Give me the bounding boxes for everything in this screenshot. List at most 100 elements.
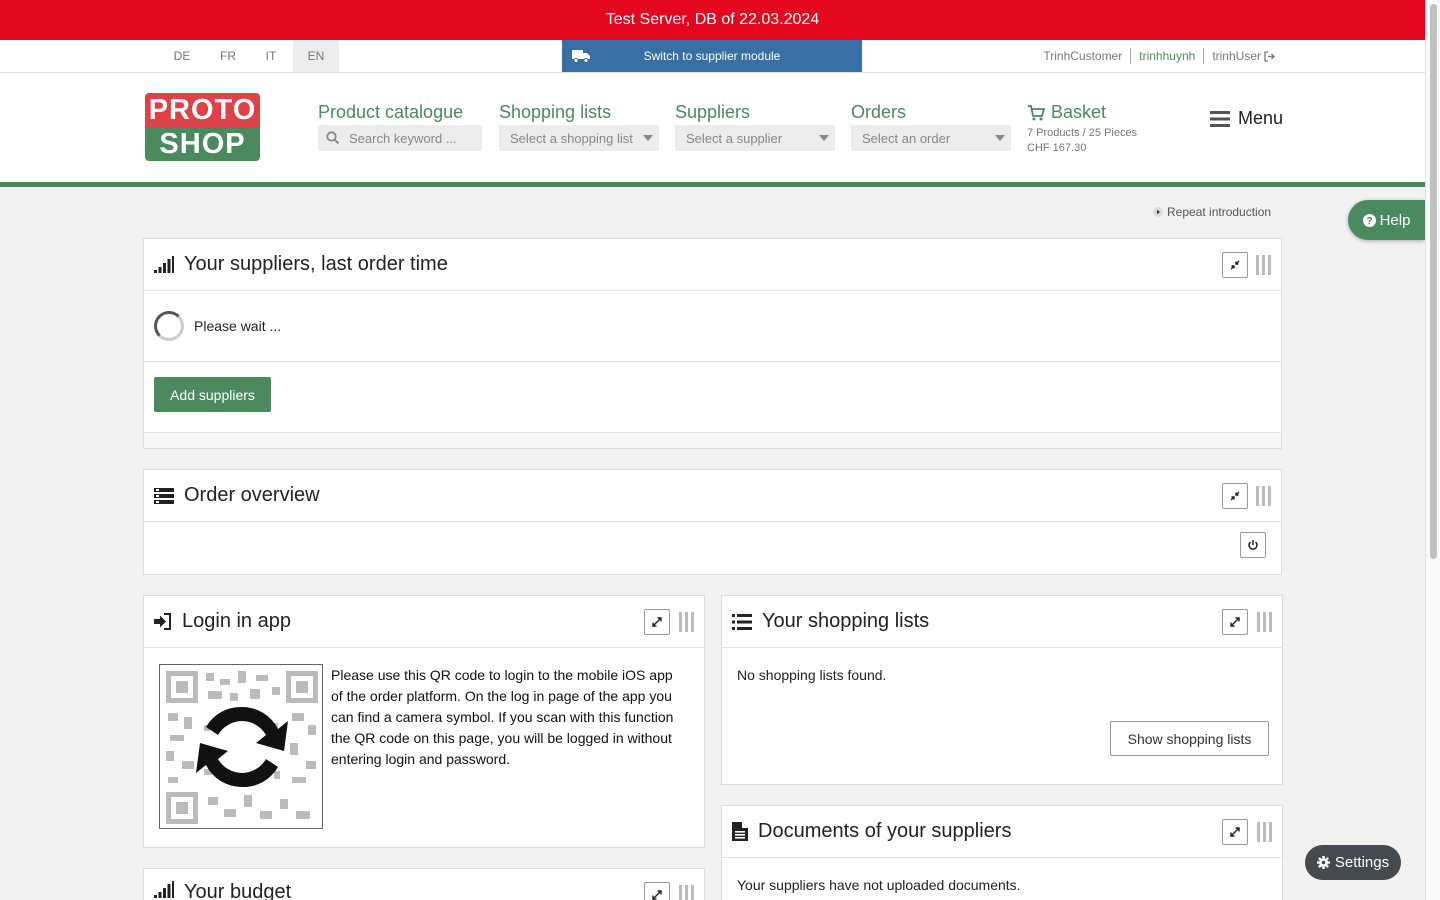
nav-product-catalogue[interactable]: Product catalogue bbox=[318, 102, 463, 123]
settings-button[interactable]: Settings bbox=[1305, 845, 1401, 880]
supplier-documents-panel: Documents of your suppliers Your supplie… bbox=[721, 805, 1283, 900]
qr-code-image bbox=[159, 664, 323, 829]
budget-panel: Your budget bbox=[143, 868, 705, 900]
search-placeholder: Search keyword ... bbox=[349, 130, 457, 146]
help-button[interactable]: ? Help bbox=[1348, 200, 1425, 240]
suppliers-last-order-panel: Your suppliers, last order time Please w… bbox=[143, 238, 1282, 449]
switch-supplier-module-button[interactable]: Switch to supplier module bbox=[562, 40, 862, 72]
compress-icon bbox=[1230, 260, 1240, 270]
menu-button[interactable]: Menu bbox=[1210, 108, 1283, 129]
panel-footer bbox=[144, 432, 1281, 448]
add-suppliers-button[interactable]: Add suppliers bbox=[154, 377, 271, 412]
gear-icon bbox=[1316, 856, 1330, 869]
panel-header: Your shopping lists bbox=[722, 596, 1282, 648]
panel-header: Login in app bbox=[144, 596, 704, 648]
show-shopping-lists-button[interactable]: Show shopping lists bbox=[1110, 721, 1269, 756]
login-instructions: Please use this QR code to login to the … bbox=[331, 667, 674, 767]
expand-icon bbox=[1230, 827, 1240, 837]
shopping-list-select[interactable]: Select a shopping list bbox=[499, 125, 659, 151]
user-logout-link[interactable]: trinhUser bbox=[1203, 48, 1283, 64]
panel-title: Your budget bbox=[184, 881, 292, 900]
top-bar: DE FR IT EN Switch to supplier module Tr… bbox=[0, 40, 1425, 73]
chevron-down-icon bbox=[643, 135, 653, 141]
lang-fr[interactable]: FR bbox=[205, 40, 251, 72]
drag-handle-icon[interactable] bbox=[1257, 822, 1273, 842]
panel-title: Order overview bbox=[184, 484, 320, 506]
expand-icon bbox=[1230, 617, 1240, 627]
drag-handle-icon[interactable] bbox=[1256, 486, 1272, 506]
drag-handle-icon[interactable] bbox=[679, 612, 695, 632]
loading-row: Please wait ... bbox=[144, 291, 1281, 362]
banner-text: Test Server, DB of 22.03.2024 bbox=[605, 11, 820, 28]
catalogue-search-input[interactable]: Search keyword ... bbox=[318, 125, 482, 151]
shopping-list-select-value: Select a shopping list bbox=[510, 130, 633, 146]
no-shopping-lists-text: No shopping lists found. bbox=[737, 667, 887, 683]
basket-link[interactable]: Basket bbox=[1027, 102, 1106, 123]
nav-orders[interactable]: Orders bbox=[851, 102, 906, 123]
expand-button[interactable] bbox=[644, 882, 670, 900]
user-label: trinhUser bbox=[1212, 49, 1261, 63]
loading-text: Please wait ... bbox=[194, 318, 282, 334]
panel-title: Documents of your suppliers bbox=[758, 820, 1012, 842]
collapse-button[interactable] bbox=[1222, 483, 1248, 509]
help-label: Help bbox=[1379, 211, 1411, 229]
test-server-banner: Test Server, DB of 22.03.2024 bbox=[0, 0, 1425, 40]
repeat-introduction-label: Repeat introduction bbox=[1167, 205, 1272, 219]
order-select-value: Select an order bbox=[862, 130, 951, 146]
header-divider bbox=[0, 182, 1425, 187]
list-icon bbox=[732, 613, 752, 630]
panel-header: Documents of your suppliers bbox=[722, 806, 1282, 858]
expand-button[interactable] bbox=[644, 609, 670, 635]
truck-icon bbox=[572, 50, 590, 63]
signal-bars-icon bbox=[154, 256, 174, 273]
sign-in-icon bbox=[154, 613, 171, 630]
lang-de[interactable]: DE bbox=[159, 40, 205, 72]
signal-bars-icon bbox=[154, 881, 174, 898]
basket-summary: 7 Products / 25 Pieces bbox=[1027, 127, 1138, 139]
customer-link[interactable]: TrinhCustomer bbox=[1035, 48, 1130, 64]
panel-header: Your suppliers, last order time bbox=[144, 239, 1281, 291]
qr-code-pattern bbox=[166, 671, 318, 824]
order-select[interactable]: Select an order bbox=[851, 125, 1011, 151]
logo-line-1: PROTO bbox=[145, 93, 260, 127]
cart-icon bbox=[1028, 104, 1045, 120]
panel-title: Your suppliers, last order time bbox=[184, 253, 448, 275]
proto-shop-logo[interactable]: PROTO SHOP bbox=[145, 93, 260, 161]
repeat-introduction-link[interactable]: Repeat introduction bbox=[1153, 205, 1271, 219]
drag-handle-icon[interactable] bbox=[1256, 255, 1272, 275]
panel-header: Your budget bbox=[144, 869, 704, 900]
spinner-icon bbox=[154, 311, 184, 341]
collapse-button[interactable] bbox=[1222, 252, 1248, 278]
logo-line-2: SHOP bbox=[145, 127, 260, 161]
drag-handle-icon[interactable] bbox=[679, 885, 695, 900]
lang-it[interactable]: IT bbox=[248, 40, 294, 72]
expand-button[interactable] bbox=[1222, 819, 1248, 845]
nav-shopping-lists[interactable]: Shopping lists bbox=[499, 102, 611, 123]
document-icon bbox=[732, 822, 748, 841]
scrollbar-thumb[interactable] bbox=[1430, 4, 1437, 559]
play-circle-icon bbox=[1153, 207, 1163, 217]
chevron-down-icon bbox=[819, 135, 829, 141]
nav-suppliers[interactable]: Suppliers bbox=[675, 102, 750, 123]
supplier-select[interactable]: Select a supplier bbox=[675, 125, 835, 151]
page-scrollbar[interactable] bbox=[1425, 0, 1440, 900]
chevron-down-icon bbox=[995, 135, 1005, 141]
basket-total: CHF 167.30 bbox=[1027, 142, 1087, 154]
order-overview-panel: Order overview bbox=[143, 469, 1282, 575]
switch-module-label: Switch to supplier module bbox=[643, 49, 781, 63]
panel-title: Your shopping lists bbox=[762, 610, 930, 632]
expand-icon bbox=[652, 890, 662, 900]
basket-title: Basket bbox=[1051, 102, 1107, 122]
expand-button[interactable] bbox=[1222, 609, 1248, 635]
hamburger-icon bbox=[1210, 110, 1230, 127]
panel-header: Order overview bbox=[144, 470, 1281, 522]
logout-icon bbox=[1264, 50, 1275, 62]
username-link[interactable]: trinhhuynh bbox=[1130, 48, 1203, 64]
lang-en[interactable]: EN bbox=[293, 40, 339, 72]
power-button[interactable] bbox=[1240, 532, 1266, 558]
supplier-select-value: Select a supplier bbox=[686, 130, 783, 146]
menu-label: Menu bbox=[1238, 108, 1284, 128]
settings-label: Settings bbox=[1334, 854, 1390, 871]
shopping-lists-panel: Your shopping lists No shopping lists fo… bbox=[721, 595, 1283, 785]
drag-handle-icon[interactable] bbox=[1257, 612, 1273, 632]
